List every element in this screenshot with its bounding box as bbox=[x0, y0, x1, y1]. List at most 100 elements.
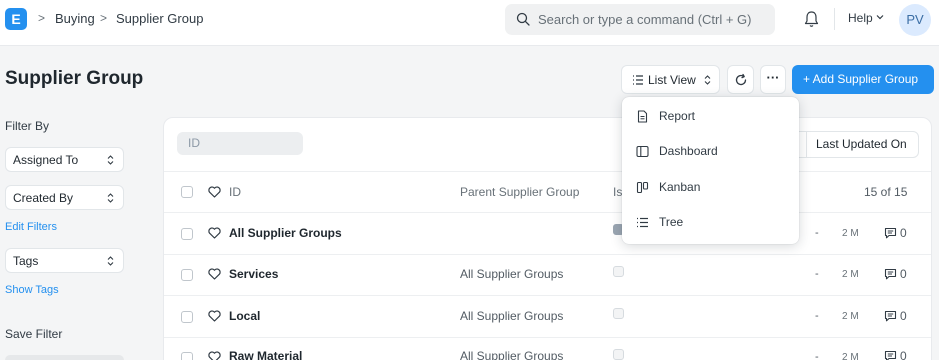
created-by-label: Created By bbox=[13, 191, 74, 205]
row-dash: - bbox=[815, 351, 819, 360]
refresh-icon bbox=[735, 73, 747, 86]
show-tags-link[interactable]: Show Tags bbox=[5, 284, 59, 296]
chevron-down-icon[interactable] bbox=[876, 14, 884, 20]
row-divider bbox=[164, 254, 931, 255]
row-name[interactable]: Services bbox=[229, 267, 278, 281]
avatar[interactable]: PV bbox=[899, 4, 931, 36]
list-icon bbox=[633, 75, 643, 85]
save-filter-heading: Save Filter bbox=[5, 327, 63, 341]
row-name[interactable]: Raw Material bbox=[229, 349, 302, 360]
select-arrows-icon bbox=[107, 193, 114, 203]
kanban-icon bbox=[636, 181, 649, 194]
is-group-checkbox bbox=[613, 266, 624, 277]
list-view-button[interactable]: List View bbox=[621, 65, 720, 94]
report-icon bbox=[637, 110, 648, 123]
row-comment-count: 0 bbox=[900, 309, 907, 323]
save-filter-input[interactable] bbox=[5, 355, 124, 360]
menu-item-tree[interactable]: Tree bbox=[622, 208, 799, 238]
column-header-id[interactable]: ID bbox=[229, 185, 241, 199]
id-filter-placeholder: ID bbox=[188, 136, 200, 150]
search-placeholder: Search or type a command (Ctrl + G) bbox=[538, 12, 752, 27]
more-actions-button[interactable]: ··· bbox=[760, 65, 786, 94]
menu-item-dashboard[interactable]: Dashboard bbox=[622, 137, 799, 167]
row-checkbox[interactable] bbox=[181, 228, 193, 240]
row-divider bbox=[164, 212, 931, 213]
is-group-checkbox bbox=[613, 349, 624, 360]
select-all-checkbox[interactable] bbox=[181, 186, 193, 198]
row-parent: All Supplier Groups bbox=[460, 349, 564, 360]
navbar-divider bbox=[834, 8, 835, 30]
search-icon bbox=[516, 12, 530, 26]
row-comment-count: 0 bbox=[900, 226, 907, 240]
heart-icon[interactable] bbox=[208, 186, 221, 198]
tree-icon bbox=[637, 217, 648, 228]
row-divider bbox=[164, 171, 931, 172]
help-menu[interactable]: Help bbox=[848, 11, 873, 25]
add-supplier-group-label: + Add Supplier Group bbox=[803, 72, 919, 86]
edit-filters-link[interactable]: Edit Filters bbox=[5, 221, 57, 233]
assigned-to-filter[interactable]: Assigned To bbox=[5, 147, 124, 172]
row-dash: - bbox=[815, 268, 819, 280]
add-supplier-group-button[interactable]: + Add Supplier Group bbox=[792, 65, 934, 94]
menu-item-report[interactable]: Report bbox=[622, 102, 799, 132]
row-dash: - bbox=[815, 227, 819, 239]
filter-by-heading: Filter By bbox=[5, 119, 50, 133]
heart-icon[interactable] bbox=[208, 351, 221, 360]
heart-icon[interactable] bbox=[208, 310, 221, 322]
assigned-to-label: Assigned To bbox=[13, 153, 79, 167]
menu-item-kanban[interactable]: Kanban bbox=[622, 173, 799, 203]
created-by-filter[interactable]: Created By bbox=[5, 185, 124, 210]
sort-label[interactable]: Last Updated On bbox=[816, 137, 907, 151]
column-header-is-group[interactable]: Is bbox=[613, 185, 622, 199]
app-logo[interactable]: E bbox=[5, 8, 27, 30]
row-parent: All Supplier Groups bbox=[460, 267, 564, 281]
menu-item-tree-label: Tree bbox=[659, 215, 684, 229]
record-count: 15 of 15 bbox=[864, 185, 908, 199]
comment-icon bbox=[884, 227, 897, 239]
row-comment-count: 0 bbox=[900, 267, 907, 281]
navbar: E > Buying > Supplier Group Search or ty… bbox=[0, 0, 939, 46]
id-filter-input[interactable]: ID bbox=[177, 132, 303, 155]
select-arrows-icon bbox=[704, 75, 711, 85]
page-title: Supplier Group bbox=[5, 68, 144, 89]
breadcrumb-separator-icon: > bbox=[100, 11, 108, 25]
row-name[interactable]: All Supplier Groups bbox=[229, 226, 342, 240]
row-modified-time: 2 M bbox=[842, 352, 859, 360]
breadcrumb-supplier-group[interactable]: Supplier Group bbox=[116, 11, 203, 26]
row-modified-time: 2 M bbox=[842, 311, 859, 322]
dashboard-icon bbox=[636, 145, 649, 158]
row-dash: - bbox=[815, 310, 819, 322]
comment-icon bbox=[884, 350, 897, 360]
heart-icon[interactable] bbox=[208, 268, 221, 280]
comment-icon bbox=[884, 310, 897, 322]
row-divider bbox=[164, 295, 931, 296]
menu-item-dashboard-label: Dashboard bbox=[659, 144, 718, 158]
sort-divider bbox=[806, 131, 807, 158]
tags-filter[interactable]: Tags bbox=[5, 248, 124, 273]
row-parent: All Supplier Groups bbox=[460, 309, 564, 323]
list-view-label: List View bbox=[648, 73, 696, 87]
breadcrumb-separator-icon: > bbox=[38, 11, 46, 25]
select-arrows-icon bbox=[107, 155, 114, 165]
row-modified-time: 2 M bbox=[842, 269, 859, 280]
comment-icon bbox=[884, 268, 897, 280]
is-group-checkbox bbox=[613, 308, 624, 319]
select-arrows-icon bbox=[107, 256, 114, 266]
tags-label: Tags bbox=[13, 254, 39, 268]
row-checkbox[interactable] bbox=[181, 269, 193, 281]
row-comment-count: 0 bbox=[900, 349, 907, 360]
menu-item-report-label: Report bbox=[659, 109, 696, 123]
view-switcher-menu: Report Dashboard Kanban Tree bbox=[622, 97, 799, 244]
row-name[interactable]: Local bbox=[229, 309, 260, 323]
row-divider bbox=[164, 337, 931, 338]
row-modified-time: 2 M bbox=[842, 228, 859, 239]
refresh-button[interactable] bbox=[727, 65, 754, 94]
breadcrumb-buying[interactable]: Buying bbox=[55, 11, 95, 26]
column-header-parent[interactable]: Parent Supplier Group bbox=[460, 185, 579, 199]
search-bar[interactable]: Search or type a command (Ctrl + G) bbox=[505, 4, 775, 35]
heart-icon[interactable] bbox=[208, 227, 221, 239]
notification-bell-icon[interactable] bbox=[803, 10, 820, 28]
row-checkbox[interactable] bbox=[181, 311, 193, 323]
menu-item-kanban-label: Kanban bbox=[659, 180, 701, 194]
row-checkbox[interactable] bbox=[181, 352, 193, 360]
